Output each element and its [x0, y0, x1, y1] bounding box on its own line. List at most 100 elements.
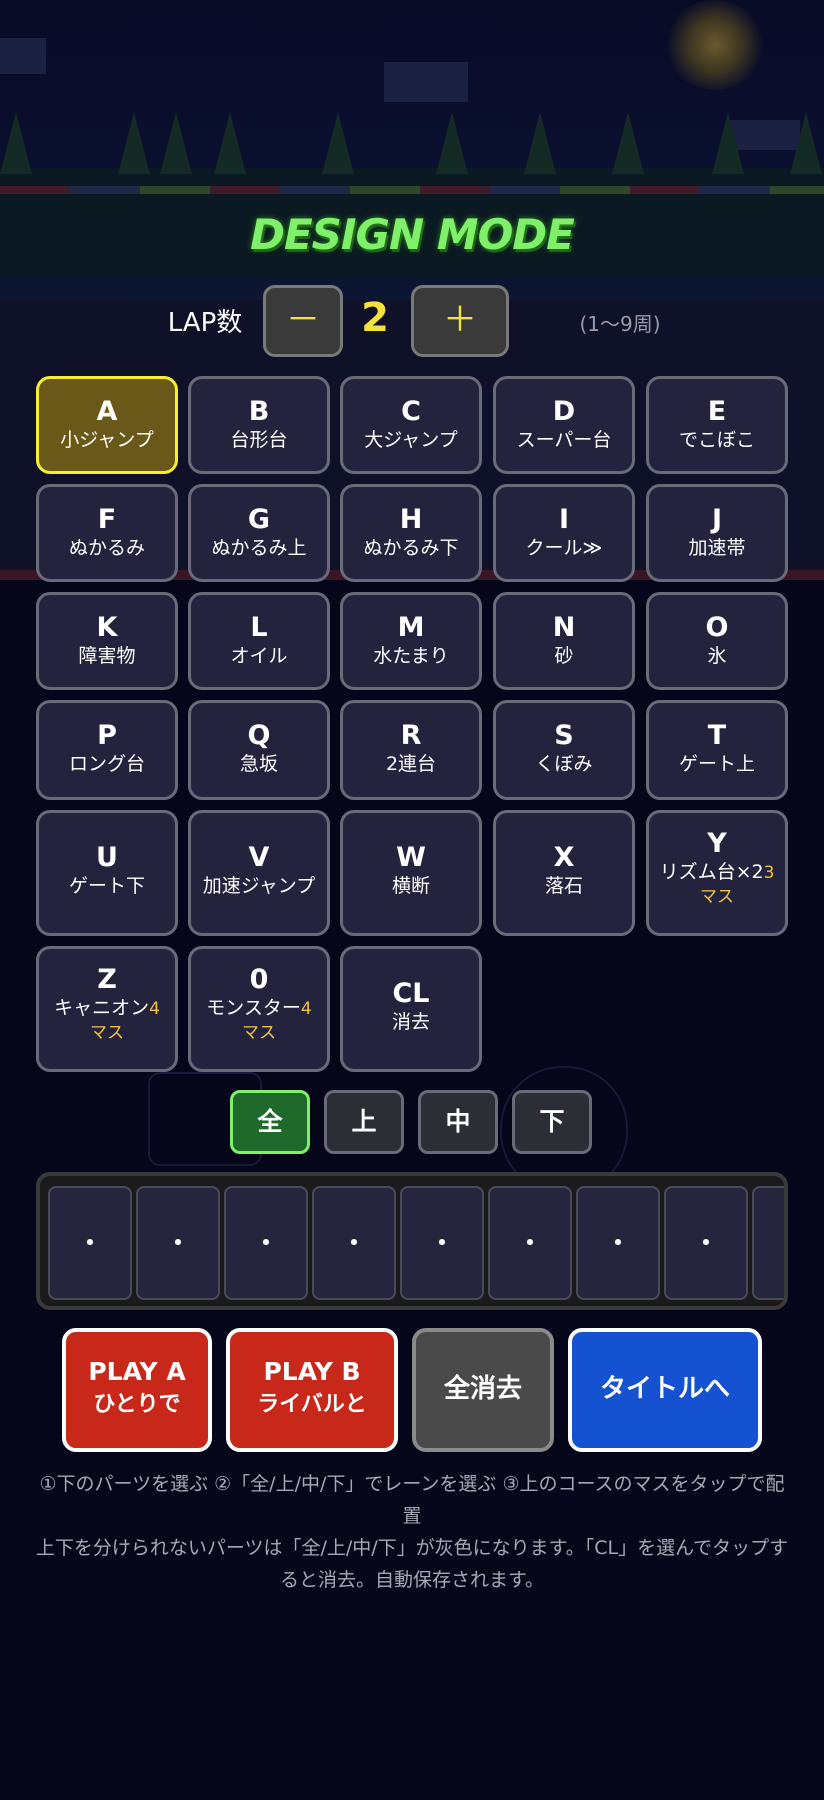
course-cell[interactable]: ・: [752, 1186, 784, 1300]
tree: [0, 112, 32, 174]
part-button-k[interactable]: K 障害物: [36, 592, 178, 690]
course-cell[interactable]: ・: [664, 1186, 748, 1300]
part-key: K: [96, 612, 118, 643]
help-text: ①下のパーツを選ぶ ②「全/上/中/下」でレーンを選ぶ ③上のコースのマスをタッ…: [30, 1468, 794, 1596]
help-line-1: ①下のパーツを選ぶ ②「全/上/中/下」でレーンを選ぶ ③上のコースのマスをタッ…: [39, 1473, 785, 1527]
part-key: F: [97, 504, 117, 535]
part-button-m[interactable]: M 水たまり: [340, 592, 482, 690]
help-line-2: 上下を分けられないパーツは「全/上/中/下」が灰色になります。「CL」を選んでタ…: [35, 1537, 789, 1591]
tree: [118, 112, 150, 174]
course-cell[interactable]: ・: [312, 1186, 396, 1300]
part-name: 横断: [391, 875, 430, 897]
tree: [214, 112, 246, 174]
part-button-0[interactable]: 0 モンスター4 マス: [188, 946, 330, 1072]
part-button-d[interactable]: D スーパー台: [493, 376, 635, 474]
play-b-sublabel: ライバルと: [257, 1392, 367, 1417]
tree: [436, 112, 468, 174]
part-button-u[interactable]: U ゲート下: [36, 810, 178, 936]
part-button-p[interactable]: P ロング台: [36, 700, 178, 800]
part-name: くぼみ: [535, 753, 593, 775]
part-key: G: [247, 504, 271, 535]
part-name: スーパー台: [516, 429, 612, 451]
part-size-number: 4: [300, 999, 312, 1019]
part-size-unit: マス: [242, 1023, 276, 1043]
part-name: でこぼこ: [678, 429, 755, 451]
part-name-line: リズム台×23: [649, 859, 785, 886]
part-key: E: [707, 396, 727, 427]
cloud: [0, 38, 46, 74]
tree: [524, 112, 556, 174]
course-cell[interactable]: ・: [576, 1186, 660, 1300]
sun: [665, 0, 765, 90]
part-size-unit: マス: [90, 1023, 124, 1043]
tree: [322, 112, 354, 174]
part-key: T: [707, 720, 727, 751]
play-a-button[interactable]: PLAY A ひとりで: [62, 1328, 212, 1452]
part-button-clear[interactable]: CL 消去: [340, 946, 482, 1072]
lane-button-middle[interactable]: 中: [418, 1090, 498, 1154]
part-button-b[interactable]: B 台形台: [188, 376, 330, 474]
part-name: ゲート上: [678, 753, 755, 775]
part-button-t[interactable]: T ゲート上: [646, 700, 788, 800]
part-key: Q: [247, 720, 271, 751]
part-button-h[interactable]: H ぬかるみ下: [340, 484, 482, 582]
tree: [612, 112, 644, 174]
part-key: P: [97, 720, 117, 751]
part-button-q[interactable]: Q 急坂: [188, 700, 330, 800]
part-button-o[interactable]: O 氷: [646, 592, 788, 690]
course-cell[interactable]: ・: [488, 1186, 572, 1300]
part-key: B: [248, 396, 270, 427]
tree: [160, 112, 192, 174]
lap-increase-button[interactable]: ＋: [411, 285, 509, 357]
part-key: U: [96, 842, 118, 873]
part-key: M: [397, 612, 425, 643]
course-cell[interactable]: ・: [136, 1186, 220, 1300]
page-title: DESIGN MODE: [250, 210, 575, 259]
part-name: 小ジャンプ: [60, 429, 154, 451]
part-button-r[interactable]: R 2連台: [340, 700, 482, 800]
part-button-f[interactable]: F ぬかるみ: [36, 484, 178, 582]
course-cell[interactable]: ・: [400, 1186, 484, 1300]
part-name: 大ジャンプ: [364, 429, 458, 451]
part-button-j[interactable]: J 加速帯: [646, 484, 788, 582]
lane-button-lower[interactable]: 下: [512, 1090, 592, 1154]
part-name-line: キャニオン4: [39, 995, 175, 1022]
part-button-a[interactable]: A 小ジャンプ: [36, 376, 178, 474]
lane-button-all[interactable]: 全: [230, 1090, 310, 1154]
part-button-s[interactable]: S くぼみ: [493, 700, 635, 800]
back-to-title-button[interactable]: タイトルへ: [568, 1328, 762, 1452]
lane-button-upper[interactable]: 上: [324, 1090, 404, 1154]
part-button-n[interactable]: N 砂: [493, 592, 635, 690]
part-button-v[interactable]: V 加速ジャンプ: [188, 810, 330, 936]
part-name: 2連台: [385, 753, 437, 775]
part-button-e[interactable]: E でこぼこ: [646, 376, 788, 474]
lap-range-hint: (1〜9周): [579, 312, 661, 336]
part-button-i[interactable]: I クール≫: [493, 484, 635, 582]
part-name: 急坂: [239, 753, 278, 775]
part-button-w[interactable]: W 横断: [340, 810, 482, 936]
part-key: Y: [707, 828, 727, 859]
part-button-z[interactable]: Z キャニオン4 マス: [36, 946, 178, 1072]
part-name: 台形台: [230, 429, 288, 451]
part-button-g[interactable]: G ぬかるみ上: [188, 484, 330, 582]
play-a-sublabel: ひとりで: [93, 1392, 181, 1417]
part-name: 消去: [391, 1011, 430, 1033]
part-key: X: [553, 842, 575, 873]
part-button-c[interactable]: C 大ジャンプ: [340, 376, 482, 474]
lap-label: LAP数: [167, 308, 243, 338]
part-key: W: [396, 842, 426, 873]
lap-decrease-button[interactable]: －: [263, 285, 343, 357]
part-name-line: モンスター4: [191, 995, 327, 1022]
part-name: ぬかるみ: [68, 537, 145, 559]
part-key: C: [401, 396, 421, 427]
part-name: クール≫: [525, 537, 603, 559]
course-strip[interactable]: ・ ・ ・ ・ ・ ・ ・ ・ ・: [36, 1172, 788, 1310]
course-cell[interactable]: ・: [224, 1186, 308, 1300]
part-button-x[interactable]: X 落石: [493, 810, 635, 936]
course-cell[interactable]: ・: [48, 1186, 132, 1300]
play-b-button[interactable]: PLAY B ライバルと: [226, 1328, 398, 1452]
part-button-l[interactable]: L オイル: [188, 592, 330, 690]
clear-all-button[interactable]: 全消去: [412, 1328, 554, 1452]
part-key: I: [558, 504, 570, 535]
part-button-y[interactable]: Y リズム台×23 マス: [646, 810, 788, 936]
